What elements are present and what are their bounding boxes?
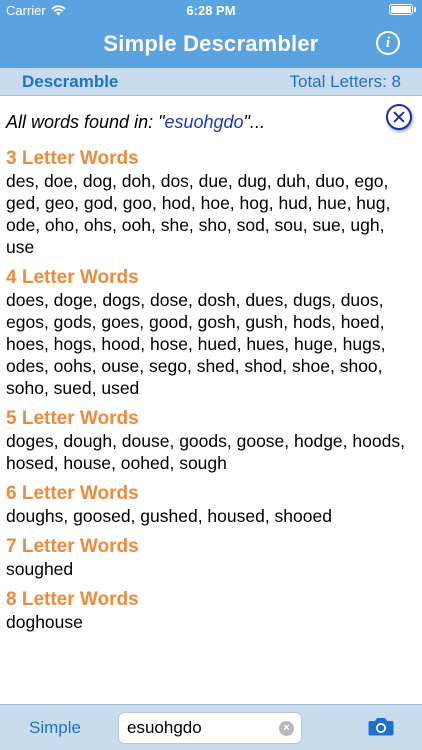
word-section: 6 Letter Words doughs, goosed, gushed, ho… (6, 482, 414, 527)
search-box[interactable]: × (118, 712, 302, 744)
word-section: 7 Letter Words soughed (6, 535, 414, 580)
section-words: des, doe, dog, doh, dos, due, dug, duh, … (6, 171, 391, 257)
app-title: Simple Descrambler (103, 31, 319, 56)
section-title: 6 Letter Words (6, 483, 139, 504)
bottom-toolbar: Simple × (0, 704, 422, 750)
status-right (389, 4, 416, 15)
word-section: 3 Letter Words des, doe, dog, doh, dos, d… (6, 147, 414, 258)
clear-icon[interactable]: × (279, 721, 294, 736)
camera-icon[interactable] (368, 717, 394, 736)
results-query: esuohgdo (164, 112, 244, 132)
status-bar: Carrier 6:28 PM (0, 0, 422, 20)
descramble-mode-label: Descramble (22, 72, 119, 91)
battery-icon (389, 4, 413, 15)
section-words: doghouse (6, 612, 83, 632)
section-words: doges, dough, douse, goods, goose, hodge… (6, 431, 405, 473)
section-words: does, doge, dogs, dose, dosh, dues, dugs… (6, 290, 386, 398)
info-button[interactable]: i (376, 31, 400, 55)
results-suffix: "... (243, 112, 265, 132)
section-title: 4 Letter Words (6, 267, 139, 288)
battery-tip (414, 7, 416, 12)
results-prefix: All words found in: " (6, 112, 165, 132)
close-icon[interactable] (386, 104, 412, 130)
word-section: 5 Letter Words doges, dough, douse, goods… (6, 407, 414, 474)
section-title: 7 Letter Words (6, 536, 139, 557)
section-title: 3 Letter Words (6, 148, 139, 169)
section-title: 5 Letter Words (6, 408, 139, 429)
word-section: 8 Letter Words doghouse (6, 588, 414, 633)
section-title: 8 Letter Words (6, 589, 139, 610)
section-words: doughs, goosed, gushed, housed, shooed (6, 506, 332, 526)
results-panel[interactable]: All words found in: "esuohgdo"... 3 Lett… (0, 96, 422, 704)
word-section: 4 Letter Words does, doge, dogs, dose, do… (6, 266, 414, 399)
mode-bar: Descramble Total Letters: 8 (0, 68, 422, 96)
nav-bar: Simple Descrambler i (0, 20, 422, 68)
total-letters-label: Total Letters: 8 (289, 72, 401, 91)
section-words: soughed (6, 559, 74, 579)
word-sections: 3 Letter Words des, doe, dog, doh, dos, d… (6, 147, 414, 633)
letters-input[interactable] (127, 718, 277, 738)
simple-mode-button[interactable]: Simple (29, 718, 81, 738)
results-heading: All words found in: "esuohgdo"... (6, 110, 414, 134)
status-time: 6:28 PM (186, 3, 236, 18)
